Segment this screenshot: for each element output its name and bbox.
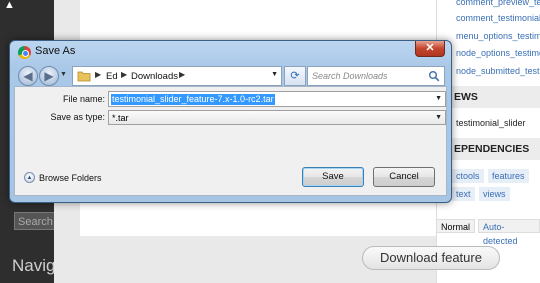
dependency-tag[interactable]: ctools <box>452 169 484 183</box>
save-button[interactable]: Save <box>302 167 364 187</box>
search-input[interactable]: Search Downloads <box>307 66 445 86</box>
breadcrumb-separator-icon[interactable]: ▶ <box>121 70 127 79</box>
search-button[interactable]: Search <box>14 212 56 230</box>
chevron-down-icon[interactable]: ▼ <box>435 114 442 121</box>
save-as-type-label: Save as type: <box>50 112 105 122</box>
breadcrumb-ed[interactable]: Ed <box>106 71 118 82</box>
address-bar[interactable]: ▶ Ed ▶ Downloads ▶ ▼ <box>72 66 282 86</box>
file-name-value[interactable]: testimonial_slider_feature-7.x-1.0-rc2.t… <box>111 94 275 105</box>
cursor-arrow-icon: ▲ <box>4 0 15 11</box>
cancel-button[interactable]: Cancel <box>373 167 435 187</box>
dependency-tag[interactable]: text <box>452 187 475 201</box>
download-feature-button[interactable]: Download feature <box>362 246 500 270</box>
refresh-icon[interactable]: ⟳ <box>284 66 306 86</box>
views-item: testimonial_slider <box>456 118 526 128</box>
forward-arrow-icon[interactable]: ▶ <box>39 66 59 86</box>
expand-icon[interactable]: ▲ <box>24 172 35 183</box>
navigation-heading: Navig <box>12 256 56 275</box>
save-as-dialog: Save As ✕ ◀ ▶ ▼ ▶ Ed ▶ Downloads ▶ ▼ ⟳ S… <box>9 40 452 203</box>
breadcrumb-separator-icon[interactable]: ▶ <box>179 70 185 79</box>
breadcrumb-downloads[interactable]: Downloads <box>131 71 178 82</box>
dependencies-heading: EPENDENCIES <box>440 138 540 160</box>
folder-icon <box>77 70 91 82</box>
sidebar-link[interactable]: node_options_testimo <box>456 48 540 58</box>
sidebar-link[interactable]: menu_options_testim <box>456 31 540 41</box>
chevron-down-icon[interactable]: ▼ <box>435 95 442 102</box>
close-button[interactable]: ✕ <box>415 41 445 57</box>
views-heading: EWS <box>440 86 540 108</box>
dependency-tag[interactable]: views <box>479 187 510 201</box>
breadcrumb-separator-icon[interactable]: ▶ <box>95 70 101 79</box>
history-dropdown-icon[interactable]: ▼ <box>60 71 68 81</box>
save-as-type-select[interactable]: *.tar ▼ <box>108 110 446 125</box>
dialog-title: Save As <box>35 45 76 57</box>
sidebar-link[interactable]: comment_preview_tes <box>456 0 540 7</box>
status-badge: Auto-detected <box>478 219 540 246</box>
file-name-label: File name: <box>62 94 105 104</box>
browse-folders-toggle[interactable]: Browse Folders <box>39 173 102 183</box>
save-as-type-value: *.tar <box>112 113 129 123</box>
file-name-field[interactable]: testimonial_slider_feature-7.x-1.0-rc2.t… <box>108 91 446 107</box>
dependency-tag[interactable]: features <box>488 169 529 183</box>
search-icon[interactable] <box>428 69 440 82</box>
search-placeholder: Search Downloads <box>312 71 388 81</box>
sidebar-link[interactable]: comment_testimonial <box>456 13 540 23</box>
sidebar-link[interactable]: node_submitted_testi <box>456 66 540 76</box>
status-badge: Normal <box>436 219 476 233</box>
chrome-app-icon <box>18 46 31 59</box>
back-arrow-icon[interactable]: ◀ <box>18 66 38 86</box>
address-dropdown-icon[interactable]: ▼ <box>271 71 278 78</box>
